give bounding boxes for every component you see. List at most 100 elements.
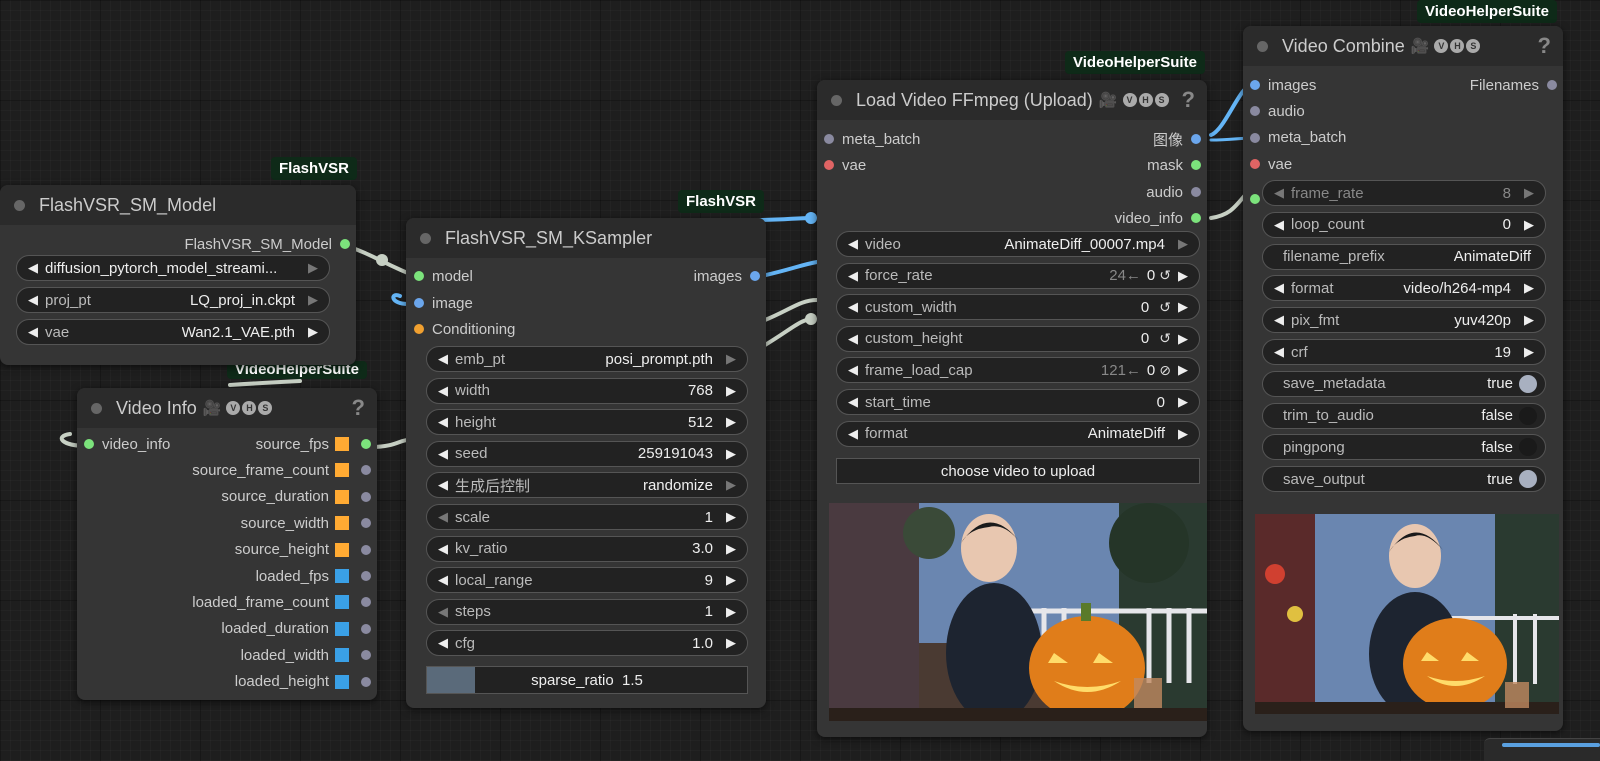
decrement-arrow-icon[interactable]: ◀ [1271, 312, 1287, 328]
widget-filename-prefix[interactable]: filename_prefix AnimateDiff [1262, 243, 1546, 270]
node-video-info[interactable]: Video Info 🎥 V H S ? video_info source_fpss… [77, 388, 377, 700]
help-icon[interactable]: ? [352, 395, 365, 421]
widget-value[interactable]: ◀ diffusion_pytorch_model_streami... ▶ [16, 255, 330, 281]
output-slot-loaded-width[interactable]: loaded_width [241, 642, 371, 668]
input-dot-icon[interactable] [824, 134, 834, 144]
increment-arrow-icon[interactable]: ▶ [723, 414, 739, 430]
node-title[interactable]: Video Info 🎥 V H S ? [77, 388, 377, 428]
decrement-arrow-icon[interactable]: ◀ [1271, 185, 1287, 201]
increment-arrow-icon[interactable]: ▶ [1175, 236, 1191, 252]
input-dot-icon[interactable] [414, 298, 424, 308]
decrement-arrow-icon[interactable]: ◀ [1271, 217, 1287, 233]
input-dot-icon[interactable] [824, 160, 834, 170]
output-dot-icon[interactable] [340, 239, 350, 249]
decrement-arrow-icon[interactable]: ◀ [435, 635, 451, 651]
node-title[interactable]: FlashVSR_SM_Model [0, 185, 356, 225]
widget-custom-width[interactable]: ◀ custom_width 0 ↺ ▶ [836, 294, 1200, 321]
widget-custom-height[interactable]: ◀ custom_height 0 ↺ ▶ [836, 325, 1200, 352]
collapse-dot-icon[interactable] [831, 94, 842, 106]
increment-arrow-icon[interactable]: ▶ [1175, 331, 1191, 347]
input-slot-audio[interactable]: audio [1250, 98, 1305, 124]
input-dot-icon[interactable] [1250, 194, 1260, 204]
output-dot-icon[interactable] [361, 439, 371, 449]
widget-crf[interactable]: ◀ crf 19 ▶ [1262, 339, 1546, 365]
widget-trim-to-audio[interactable]: trim_to_audio false [1262, 402, 1546, 429]
output-slot-images[interactable]: images [694, 263, 760, 289]
toggle-knob-icon[interactable] [1519, 406, 1537, 425]
decrement-arrow-icon[interactable]: ◀ [25, 292, 41, 308]
widget-cfg[interactable]: ◀ cfg 1.0 ▶ [426, 630, 748, 657]
decrement-arrow-icon[interactable]: ◀ [435, 446, 451, 462]
collapse-dot-icon[interactable] [14, 199, 25, 211]
input-dot-icon[interactable] [1250, 159, 1260, 170]
decrement-arrow-icon[interactable]: ◀ [845, 236, 861, 252]
toggle-knob-icon[interactable] [1519, 470, 1537, 489]
node-title[interactable]: Load Video FFmpeg (Upload) 🎥 V H S ? [817, 80, 1207, 120]
increment-arrow-icon[interactable]: ▶ [1175, 394, 1191, 410]
output-dot-icon[interactable] [1547, 80, 1557, 90]
input-dot-icon[interactable] [1250, 106, 1260, 117]
input-slot-image[interactable]: image [414, 290, 473, 316]
output-dot-icon[interactable] [361, 650, 371, 661]
decrement-arrow-icon[interactable]: ◀ [435, 351, 451, 367]
decrement-arrow-icon[interactable]: ◀ [1271, 344, 1287, 360]
input-slot-model[interactable]: model [414, 263, 473, 289]
output-slot-source-fps[interactable]: source_fps [256, 431, 371, 457]
output-dot-icon[interactable] [361, 518, 371, 529]
decrement-arrow-icon[interactable]: ◀ [845, 394, 861, 410]
output-slot-filenames[interactable]: Filenames [1470, 72, 1557, 98]
increment-arrow-icon[interactable]: ▶ [723, 446, 739, 462]
increment-arrow-icon[interactable]: ▶ [1175, 268, 1191, 284]
widget-frame-load-cap[interactable]: ◀ frame_load_cap 121← 0 ⊘ ▶ [836, 357, 1200, 384]
decrement-arrow-icon[interactable]: ◀ [845, 331, 861, 347]
decrement-arrow-icon[interactable]: ◀ [435, 477, 451, 493]
widget-action-icon[interactable]: ⊘ [1159, 362, 1171, 379]
decrement-arrow-icon[interactable]: ◀ [435, 541, 451, 557]
increment-arrow-icon[interactable]: ▶ [723, 604, 739, 620]
widget-frame-rate[interactable]: ◀ frame_rate 8 ▶ [1262, 180, 1546, 206]
increment-arrow-icon[interactable]: ▶ [305, 260, 321, 276]
output-dot-icon[interactable] [361, 623, 371, 634]
increment-arrow-icon[interactable]: ▶ [305, 324, 321, 340]
increment-arrow-icon[interactable]: ▶ [1175, 362, 1191, 378]
output-slot-source-height[interactable]: source_height [235, 537, 371, 563]
increment-arrow-icon[interactable]: ▶ [723, 351, 739, 367]
input-dot-icon[interactable] [84, 439, 94, 449]
output-slot-image[interactable]: 图像 [1153, 126, 1201, 152]
input-slot-video-info[interactable]: video_info [84, 431, 170, 457]
node-title[interactable]: Video Combine 🎥 V H S ? [1243, 26, 1563, 66]
toggle-knob-icon[interactable] [1519, 374, 1537, 393]
widget-vae[interactable]: ◀ vae Wan2.1_VAE.pth ▶ [16, 319, 330, 345]
decrement-arrow-icon[interactable]: ◀ [435, 604, 451, 620]
output-dot-icon[interactable] [361, 465, 371, 476]
collapse-dot-icon[interactable] [1257, 40, 1268, 52]
input-slot-vae[interactable]: vae [824, 152, 866, 178]
increment-arrow-icon[interactable]: ▶ [723, 572, 739, 588]
input-dot-icon[interactable] [1250, 80, 1260, 90]
output-slot-loaded-frame-count[interactable]: loaded_frame_count [192, 589, 371, 615]
output-slot-mask[interactable]: mask [1147, 152, 1201, 178]
input-slot-meta-batch[interactable]: meta_batch [1250, 125, 1346, 151]
decrement-arrow-icon[interactable]: ◀ [435, 414, 451, 430]
output-slot-source-duration[interactable]: source_duration [221, 484, 371, 510]
increment-arrow-icon[interactable]: ▶ [723, 383, 739, 399]
increment-arrow-icon[interactable]: ▶ [723, 635, 739, 651]
output-slot-model[interactable]: FlashVSR_SM_Model [184, 231, 350, 257]
help-icon[interactable]: ? [1182, 87, 1195, 113]
widget-steps[interactable]: ◀ steps 1 ▶ [426, 598, 748, 625]
widget-seed[interactable]: ◀ seed 259191043 ▶ [426, 440, 748, 467]
node-title[interactable]: FlashVSR_SM_KSampler [406, 218, 766, 258]
increment-arrow-icon[interactable]: ▶ [1521, 280, 1537, 296]
increment-arrow-icon[interactable]: ▶ [1521, 312, 1537, 328]
input-dot-icon[interactable] [414, 271, 424, 281]
input-slot-meta-batch[interactable]: meta_batch [824, 126, 920, 152]
collapse-dot-icon[interactable] [420, 232, 431, 244]
decrement-arrow-icon[interactable]: ◀ [845, 362, 861, 378]
decrement-arrow-icon[interactable]: ◀ [25, 260, 41, 276]
output-dot-icon[interactable] [361, 676, 371, 687]
node-graph-canvas[interactable]: FlashVSR FlashVSR VideoHelperSuite Video… [0, 0, 1600, 761]
sparse-ratio-slider[interactable]: sparse_ratio 1.5 [426, 666, 748, 694]
input-slot-conditioning[interactable]: Conditioning [414, 316, 515, 342]
widget-action-icon[interactable]: ↺ [1159, 267, 1171, 284]
widget-loop-count[interactable]: ◀ loop_count 0 ▶ [1262, 211, 1546, 238]
